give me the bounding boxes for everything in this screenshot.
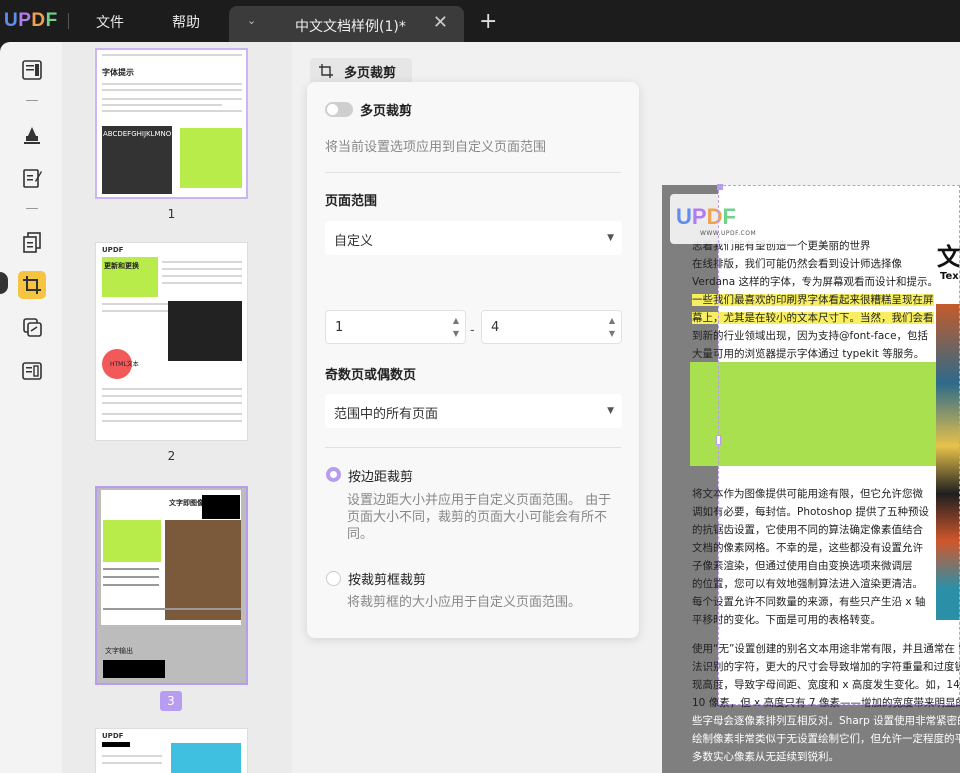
crop-handle-left[interactable] xyxy=(716,435,721,445)
toggle-description: 将当前设置选项应用到自定义页面范围 xyxy=(325,140,547,155)
thumb-tag: HTML文本 xyxy=(110,361,139,368)
tab-title: 中文文档样例(1)* xyxy=(295,19,406,35)
crop-chip-label: 多页裁剪 xyxy=(344,65,397,81)
stepper-icon[interactable]: ▲ ▼ xyxy=(453,314,459,340)
page-range-select[interactable]: 自定义 ▼ xyxy=(325,221,622,255)
document-tab[interactable]: ⌄ 中文文档样例(1)* ✕ xyxy=(229,6,464,42)
divider xyxy=(325,172,621,173)
crop-by-box-desc: 将裁剪框的大小应用于自定义页面范围。 xyxy=(347,595,582,610)
crop-pages-icon[interactable] xyxy=(18,271,46,299)
page-range-title: 页面范围 xyxy=(325,194,378,209)
odd-even-value: 范围中的所有页面 xyxy=(334,407,439,422)
main-area: 多页裁剪 文 Tex 志着我们能有望创造一个更美丽的世界 在线排版，我们可能仍然… xyxy=(292,42,960,773)
crop-by-margin-radio[interactable] xyxy=(326,467,341,482)
rail-divider xyxy=(26,208,38,209)
multi-page-crop-panel: 多页裁剪 将当前设置选项应用到自定义页面范围 页面范围 自定义 ▼ 1 ▲ ▼ -… xyxy=(307,82,639,638)
add-tab-icon[interactable]: + xyxy=(479,9,497,34)
crop-handle-top-left[interactable] xyxy=(717,184,723,190)
thumb-heading: 字体提示 xyxy=(102,68,134,77)
range-to-value: 4 xyxy=(491,320,500,335)
toggle-label: 多页裁剪 xyxy=(360,104,413,119)
odd-even-title: 奇数页或偶数页 xyxy=(325,368,417,383)
menu-help[interactable]: 帮助 xyxy=(172,12,200,32)
stepper-icon[interactable]: ▲ ▼ xyxy=(609,314,615,340)
thumb-tag: ABCDEFGHIJKLMNO xyxy=(103,130,172,138)
edit-pdf-icon[interactable] xyxy=(18,164,46,192)
page-label-1: 1 xyxy=(167,207,176,221)
title-bar: UPDF 文件 帮助 ⌄ 中文文档样例(1)* ✕ + xyxy=(0,0,960,42)
multi-page-crop-chip[interactable]: 多页裁剪 xyxy=(310,58,412,84)
form-icon[interactable] xyxy=(18,357,46,385)
page-label-3: 3 xyxy=(160,691,182,711)
crop-by-margin-label[interactable]: 按边距裁剪 xyxy=(348,466,413,485)
chevron-down-icon: ▼ xyxy=(607,233,614,243)
updf-logo: UPDF xyxy=(4,10,58,31)
range-to-input[interactable]: 4 ▲ ▼ xyxy=(481,310,622,344)
page-thumbnail-4[interactable]: UPDF xyxy=(95,728,248,773)
page-thumbnail-2[interactable]: UPDF 更新和更换 HTML文本 xyxy=(95,242,248,441)
range-from-value: 1 xyxy=(335,320,344,335)
tab-close-icon[interactable]: ✕ xyxy=(433,12,448,33)
tool-rail xyxy=(0,42,62,773)
convert-icon[interactable] xyxy=(18,313,46,341)
thumb-heading: 更新和更换 xyxy=(104,262,139,270)
organize-pages-icon[interactable] xyxy=(18,228,46,256)
multi-page-crop-toggle[interactable] xyxy=(325,102,353,117)
rail-divider xyxy=(26,100,38,101)
page-range-value: 自定义 xyxy=(334,234,374,249)
crop-by-margin-desc: 设置边距大小并应用于自定义页面范围。 由于页面大小不同，裁剪的页面大小可能会有所… xyxy=(347,493,612,542)
highlighter-icon[interactable] xyxy=(18,120,46,148)
body-line: 多数实心像素从无延续到锐利。 xyxy=(692,751,839,763)
thumb-heading: 文字即图像 xyxy=(169,499,204,507)
body-line: 绘制像素非常类似于无设置绘制它们，但允许一定程度的平滑。 xyxy=(692,733,960,745)
thumb-subheading: 文字输出 xyxy=(105,647,133,655)
tab-dropdown-icon[interactable]: ⌄ xyxy=(247,14,256,27)
reader-icon[interactable] xyxy=(18,56,46,84)
menu-file[interactable]: 文件 xyxy=(96,12,124,32)
odd-even-select[interactable]: 范围中的所有页面 ▼ xyxy=(325,394,622,428)
page-thumbnail-3[interactable]: 文字即图像 文字输出 xyxy=(95,486,248,685)
crop-by-box-radio[interactable] xyxy=(326,571,341,586)
divider xyxy=(325,447,621,448)
title-separator xyxy=(68,13,69,29)
range-from-input[interactable]: 1 ▲ ▼ xyxy=(325,310,466,344)
body-line: 些字母会逐像素排列互相反对。Sharp 设置使用非常紧密的网格 xyxy=(692,715,960,727)
range-separator: - xyxy=(470,323,475,338)
crop-by-box-label[interactable]: 按裁剪框裁剪 xyxy=(348,569,426,588)
crop-icon xyxy=(319,64,333,78)
page-thumbnail-1[interactable]: 字体提示 ABCDEFGHIJKLMNO xyxy=(95,48,248,199)
chevron-down-icon: ▼ xyxy=(607,406,614,416)
thumbnail-panel: 字体提示 ABCDEFGHIJKLMNO 1 UPDF 更新和更换 HTML文本… xyxy=(62,42,292,773)
page-label-2: 2 xyxy=(167,449,176,463)
crop-box[interactable] xyxy=(718,185,960,705)
